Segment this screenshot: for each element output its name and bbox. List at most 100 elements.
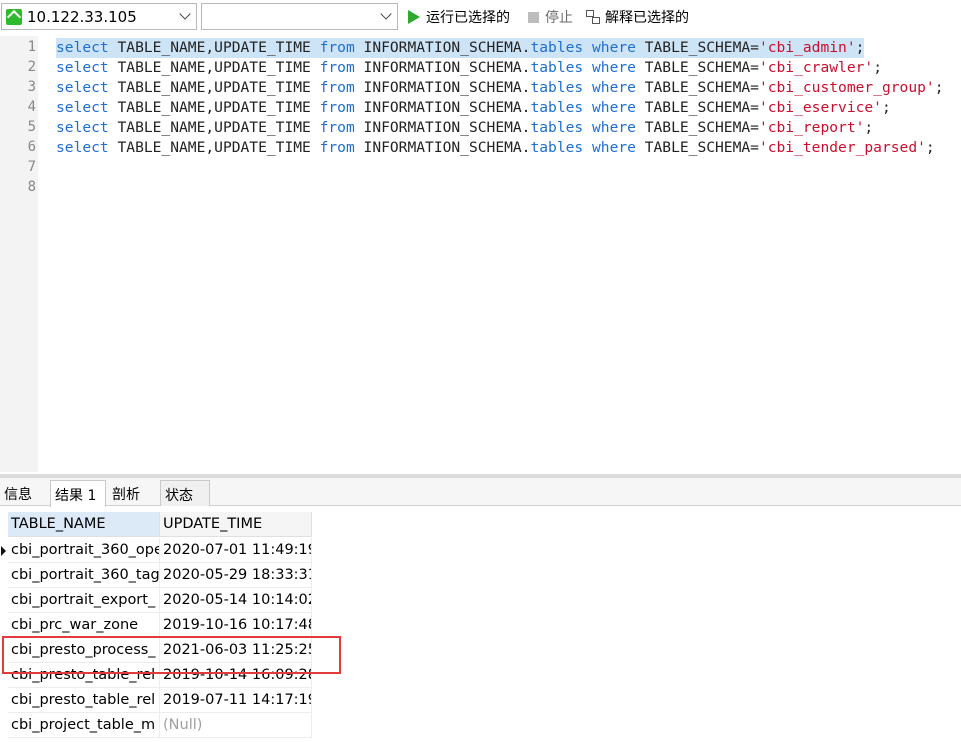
keyword-where: where (592, 99, 636, 116)
database-select[interactable] (201, 3, 398, 30)
chevron-down-icon[interactable] (179, 10, 191, 22)
code-text: INFORMATION_SCHEMA. (354, 79, 531, 96)
table-row[interactable]: cbi_portrait_360_tag 2020-05-29 18:33:31 (0, 563, 312, 588)
string-literal: 'cbi_report' (758, 119, 865, 136)
keyword-select: select (56, 119, 109, 136)
cell-table-name[interactable]: cbi_prc_war_zone (8, 613, 160, 638)
chevron-down-icon[interactable] (380, 10, 392, 22)
keyword-from: from (319, 119, 355, 136)
string-literal: 'cbi_customer_group' (758, 79, 935, 96)
code-line[interactable]: select TABLE_NAME,UPDATE_TIME from INFOR… (56, 58, 882, 78)
table-row[interactable]: cbi_prc_war_zone 2019-10-16 10:17:48 (0, 613, 312, 638)
cell-table-name[interactable]: cbi_presto_table_rel (8, 688, 160, 713)
line-number: 1 (27, 39, 36, 55)
keyword-select: select (56, 139, 109, 156)
cell-update-time[interactable]: 2020-07-01 11:49:19 (160, 538, 312, 563)
code-line[interactable]: select TABLE_NAME,UPDATE_TIME from INFOR… (56, 118, 873, 138)
line-number: 2 (27, 59, 36, 75)
table-row[interactable]: cbi_project_table_m (Null) (0, 713, 312, 738)
code-text: ; (864, 119, 874, 136)
keyword-tables: tables (530, 99, 584, 116)
cell-table-name[interactable]: cbi_portrait_360_tag (8, 563, 160, 588)
tab-info[interactable]: 信息 (0, 480, 44, 506)
keyword-tables: tables (530, 39, 584, 56)
code-text: ; (873, 59, 882, 76)
cell-update-time[interactable]: 2020-05-14 10:14:02 (160, 588, 312, 613)
keyword-select: select (56, 59, 109, 76)
tab-result-1[interactable]: 结果 1 (50, 480, 106, 507)
code-text: ; (855, 39, 865, 56)
column-header-update-time[interactable]: UPDATE_TIME (160, 512, 312, 537)
line-number: 4 (27, 99, 36, 115)
sql-editor[interactable]: 1 2 3 4 5 6 7 8 select TABLE_NAME,UPDATE… (0, 36, 961, 472)
play-icon (408, 10, 420, 24)
code-text: TABLE_SCHEMA= (635, 139, 759, 156)
code-text: TABLE_NAME,UPDATE_TIME (108, 139, 320, 156)
code-text: TABLE_SCHEMA= (635, 79, 759, 96)
cell-table-name[interactable]: cbi_portrait_360_ope (8, 538, 160, 563)
result-tabs: 信息 结果 1 剖析 状态 (0, 478, 961, 507)
keyword-from: from (319, 39, 355, 56)
code-line[interactable]: select TABLE_NAME,UPDATE_TIME from INFOR… (56, 138, 935, 158)
cell-update-time[interactable]: 2020-05-29 18:33:31 (160, 563, 312, 588)
table-row[interactable]: cbi_portrait_export_ 2020-05-14 10:14:02 (0, 588, 312, 613)
code-text: INFORMATION_SCHEMA. (354, 39, 531, 56)
line-number: 7 (27, 159, 36, 175)
explain-selected-button[interactable]: 解释已选择的 (586, 7, 689, 27)
code-text: TABLE_NAME,UPDATE_TIME (108, 99, 320, 116)
keyword-where: where (592, 59, 636, 76)
keyword-where: where (592, 79, 636, 96)
code-text: INFORMATION_SCHEMA. (354, 99, 531, 116)
keyword-select: select (56, 39, 109, 56)
explain-selected-label: 解释已选择的 (605, 10, 689, 26)
connection-value: 10.122.33.105 (27, 8, 137, 26)
line-number: 3 (27, 79, 36, 95)
code-text: INFORMATION_SCHEMA. (354, 119, 531, 136)
keyword-tables: tables (530, 79, 584, 96)
code-text: TABLE_NAME,UPDATE_TIME (108, 39, 320, 56)
line-number: 8 (27, 179, 36, 195)
string-literal: 'cbi_admin' (758, 39, 856, 56)
tab-status[interactable]: 状态 (160, 480, 210, 506)
cell-update-time[interactable]: 2019-07-11 14:17:19 (160, 688, 312, 713)
code-line[interactable]: select TABLE_NAME,UPDATE_TIME from INFOR… (56, 98, 891, 118)
line-number: 5 (27, 119, 36, 135)
keyword-tables: tables (530, 139, 584, 156)
run-selected-button[interactable]: 运行已选择的 (408, 7, 510, 27)
cell-update-time[interactable]: 2019-10-16 10:17:48 (160, 613, 312, 638)
stop-button[interactable]: 停止 (528, 7, 573, 27)
cell-table-name[interactable]: cbi_project_table_m (8, 713, 160, 738)
tab-profile[interactable]: 剖析 (108, 480, 156, 506)
explain-icon (586, 10, 600, 24)
connection-select[interactable]: 10.122.33.105 (1, 3, 197, 30)
code-text: TABLE_NAME,UPDATE_TIME (108, 59, 320, 76)
keyword-from: from (319, 59, 355, 76)
string-literal: 'cbi_crawler' (758, 59, 874, 76)
cell-table-name[interactable]: cbi_portrait_export_ (8, 588, 160, 613)
code-line[interactable]: select TABLE_NAME,UPDATE_TIME from INFOR… (56, 78, 943, 98)
keyword-where: where (592, 139, 636, 156)
column-header-table-name[interactable]: TABLE_NAME (8, 512, 160, 537)
keyword-tables: tables (530, 119, 584, 136)
code-text: TABLE_SCHEMA= (635, 59, 759, 76)
keyword-where: where (592, 39, 636, 56)
code-text: TABLE_NAME,UPDATE_TIME (108, 119, 320, 136)
code-text: TABLE_SCHEMA= (635, 119, 759, 136)
keyword-from: from (319, 79, 355, 96)
code-text: INFORMATION_SCHEMA. (354, 139, 531, 156)
line-number: 6 (27, 139, 36, 155)
cell-update-time[interactable]: (Null) (160, 713, 312, 738)
current-row-indicator-icon (1, 546, 6, 556)
string-literal: 'cbi_eservice' (758, 99, 882, 116)
code-text: TABLE_NAME,UPDATE_TIME (108, 79, 320, 96)
result-grid[interactable]: TABLE_NAME UPDATE_TIME cbi_portrait_360_… (0, 512, 320, 742)
table-row[interactable]: cbi_portrait_360_ope 2020-07-01 11:49:19 (0, 538, 312, 563)
table-row[interactable]: cbi_presto_table_rel 2019-07-11 14:17:19 (0, 688, 312, 713)
code-text: ; (934, 79, 944, 96)
code-line[interactable]: select TABLE_NAME,UPDATE_TIME from INFOR… (56, 38, 865, 58)
stop-label: 停止 (545, 10, 573, 26)
